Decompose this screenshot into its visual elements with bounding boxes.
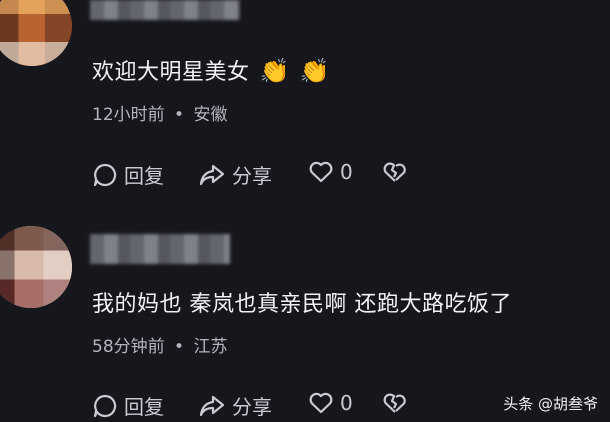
watermark: 头条 @胡叁爷 xyxy=(503,395,598,413)
share-label: 分享 xyxy=(232,395,272,419)
avatar[interactable] xyxy=(0,226,72,308)
username[interactable] xyxy=(90,234,230,264)
broken-heart-icon xyxy=(383,393,406,413)
reply-label: 回复 xyxy=(124,395,164,419)
comment-icon xyxy=(93,394,117,417)
share-icon xyxy=(199,395,225,416)
timestamp: 58分钟前 xyxy=(92,337,165,357)
share-button[interactable]: 分享 xyxy=(198,391,272,420)
meta-separator: • xyxy=(174,337,185,357)
comment-actions: 回复 分享 0 xyxy=(92,391,422,421)
like-count: 0 xyxy=(340,391,353,415)
dislike-button[interactable] xyxy=(382,391,408,415)
reply-button[interactable]: 回复 xyxy=(92,391,164,420)
location: 江苏 xyxy=(193,337,228,357)
heart-icon xyxy=(309,392,333,414)
like-button[interactable]: 0 xyxy=(308,391,353,415)
comment-meta: 58分钟前 • 江苏 xyxy=(92,332,227,357)
comment-text: 我的妈也 秦岚也真亲民啊 还跑大路吃饭了 xyxy=(92,292,512,317)
comment-item-2: 我的妈也 秦岚也真亲民啊 还跑大路吃饭了 58分钟前 • 江苏 回复 分享 0 xyxy=(0,0,610,422)
